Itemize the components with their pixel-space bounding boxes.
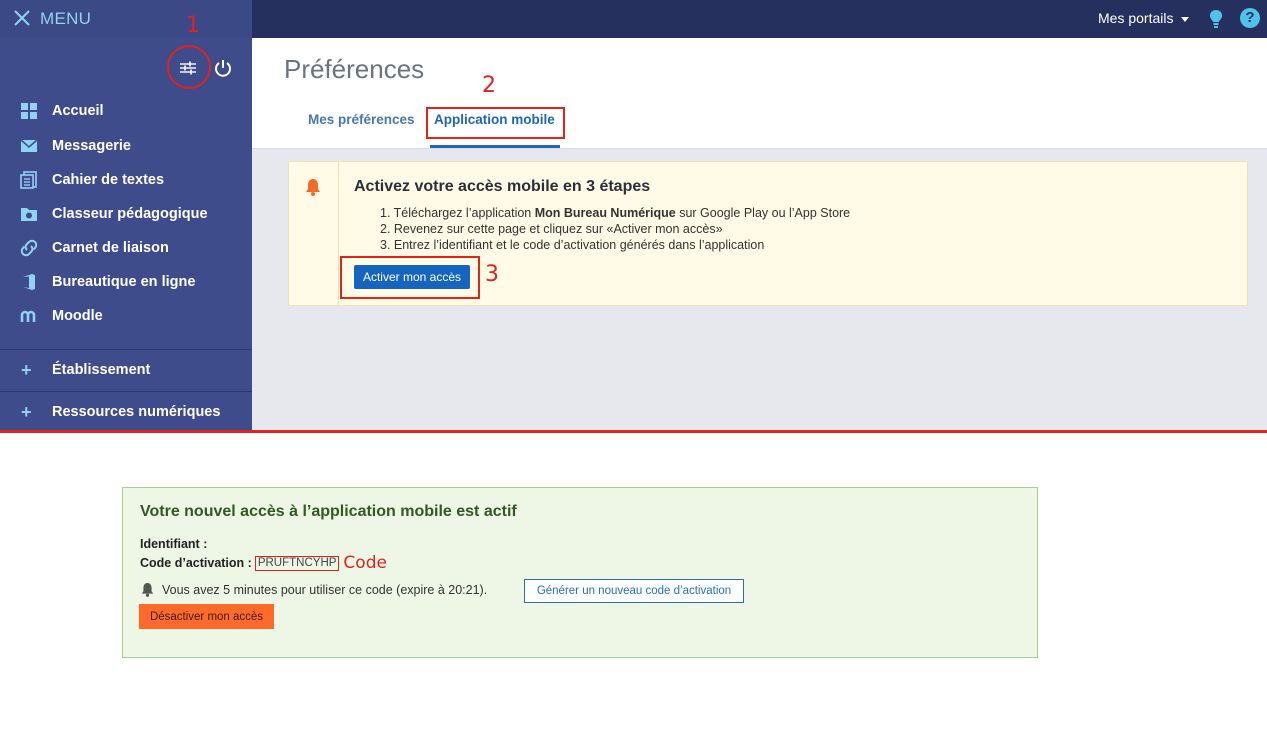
activation-code-line: Code d’activation : PRUFTNCYHP Code [140,553,387,573]
power-icon[interactable] [213,58,233,78]
notebook-icon [20,171,37,189]
annotation-rect-3 [340,256,480,299]
activation-code-value: PRUFTNCYHP [254,556,340,571]
sidebar-section-label: Établissement [52,362,151,378]
deactivate-access-button[interactable]: Désactiver mon accès [139,604,274,629]
plus-icon: + [21,401,32,422]
bell-icon [141,583,154,597]
sidebar-item-label: Classeur pédagogique [52,206,208,222]
sidebar-item-accueil[interactable]: Accueil [0,96,252,126]
plus-icon: + [21,359,32,380]
screenshot-root: MENU Mes portails ? Accueil Messagerie C… [0,0,1267,729]
sidebar-section-etablissement[interactable]: + Établissement [0,355,252,385]
sidebar-item-label: Bureautique en ligne [52,274,196,290]
tab-mes-preferences[interactable]: Mes préférences [308,112,415,127]
active-tab-indicator [430,145,560,148]
sidebar-item-cahier-de-textes[interactable]: Cahier de textes [0,165,252,195]
sidebar-divider [0,349,252,350]
sidebar-item-label: Moodle [52,308,103,324]
sidebar-item-label: Cahier de textes [52,172,165,188]
page-header: Préférences Mes préférences Application … [252,38,1267,149]
step-1: 1. Téléchargez l’application Mon Bureau … [380,206,851,220]
sidebar-item-bureautique-en-ligne[interactable]: Bureautique en ligne [0,267,252,297]
identifier-label: Identifiant : [140,537,208,551]
folder-icon [21,208,37,221]
caret-down-icon [1181,16,1190,22]
menu-header[interactable]: MENU [0,0,252,38]
sidebar-item-moodle[interactable]: Moodle [0,301,252,331]
alert-title: Activez votre accès mobile en 3 étapes [354,178,651,195]
menu-label: MENU [40,9,92,28]
office-icon [23,274,35,290]
sidebar-item-messagerie[interactable]: Messagerie [0,131,252,161]
sidebar-item-label: Carnet de liaison [52,240,169,256]
sidebar-item-carnet-de-liaison[interactable]: Carnet de liaison [0,233,252,263]
portals-label: Mes portails [1098,10,1174,26]
lightbulb-icon[interactable] [1208,9,1224,29]
annotation-number-1: 1 [186,13,200,38]
link-icon [20,239,38,257]
bell-icon [306,179,320,196]
help-icon[interactable]: ? [1240,8,1260,28]
annotation-rect-2 [426,107,565,139]
envelope-icon [20,139,38,152]
page-title: Préférences [284,54,425,84]
annotation-code-label: Code [343,553,387,573]
portals-dropdown[interactable]: Mes portails [1098,10,1190,26]
alert-icon-column [289,162,339,305]
sidebar-section-ressources-numeriques[interactable]: + Ressources numériques [0,397,252,427]
success-title: Votre nouvel accès à l’application mobil… [140,503,517,520]
generate-new-code-button[interactable]: Générer un nouveau code d’activation [524,579,744,603]
annotation-number-3: 3 [485,262,499,287]
sidebar-section-label: Ressources numériques [52,404,221,420]
grid-icon [21,103,37,119]
sidebar-divider [0,391,252,392]
identifier-line: Identifiant : [140,537,207,551]
mobile-access-active-panel: Votre nouvel accès à l’application mobil… [122,487,1038,658]
annotation-circle-1 [167,45,211,89]
close-icon[interactable] [12,8,32,28]
step-3: 3. Entrez l’identifiant et le code d’act… [380,238,765,252]
moodle-icon [20,310,36,322]
annotation-number-2: 2 [482,73,496,98]
separator-line [0,430,1267,433]
sidebar-item-classeur-pedagogique[interactable]: Classeur pédagogique [0,199,252,229]
sidebar: Accueil Messagerie Cahier de textes Clas… [0,38,252,430]
activation-code-label: Code d’activation : [140,556,252,570]
step-2: 2. Revenez sur cette page et cliquez sur… [380,222,723,236]
expiry-notice: Vous avez 5 minutes pour utiliser ce cod… [162,583,488,597]
sidebar-item-label: Messagerie [52,138,131,154]
activation-steps: 1. Téléchargez l’application Mon Bureau … [380,205,850,253]
main-content: Préférences Mes préférences Application … [252,38,1267,430]
sidebar-item-label: Accueil [52,103,104,119]
